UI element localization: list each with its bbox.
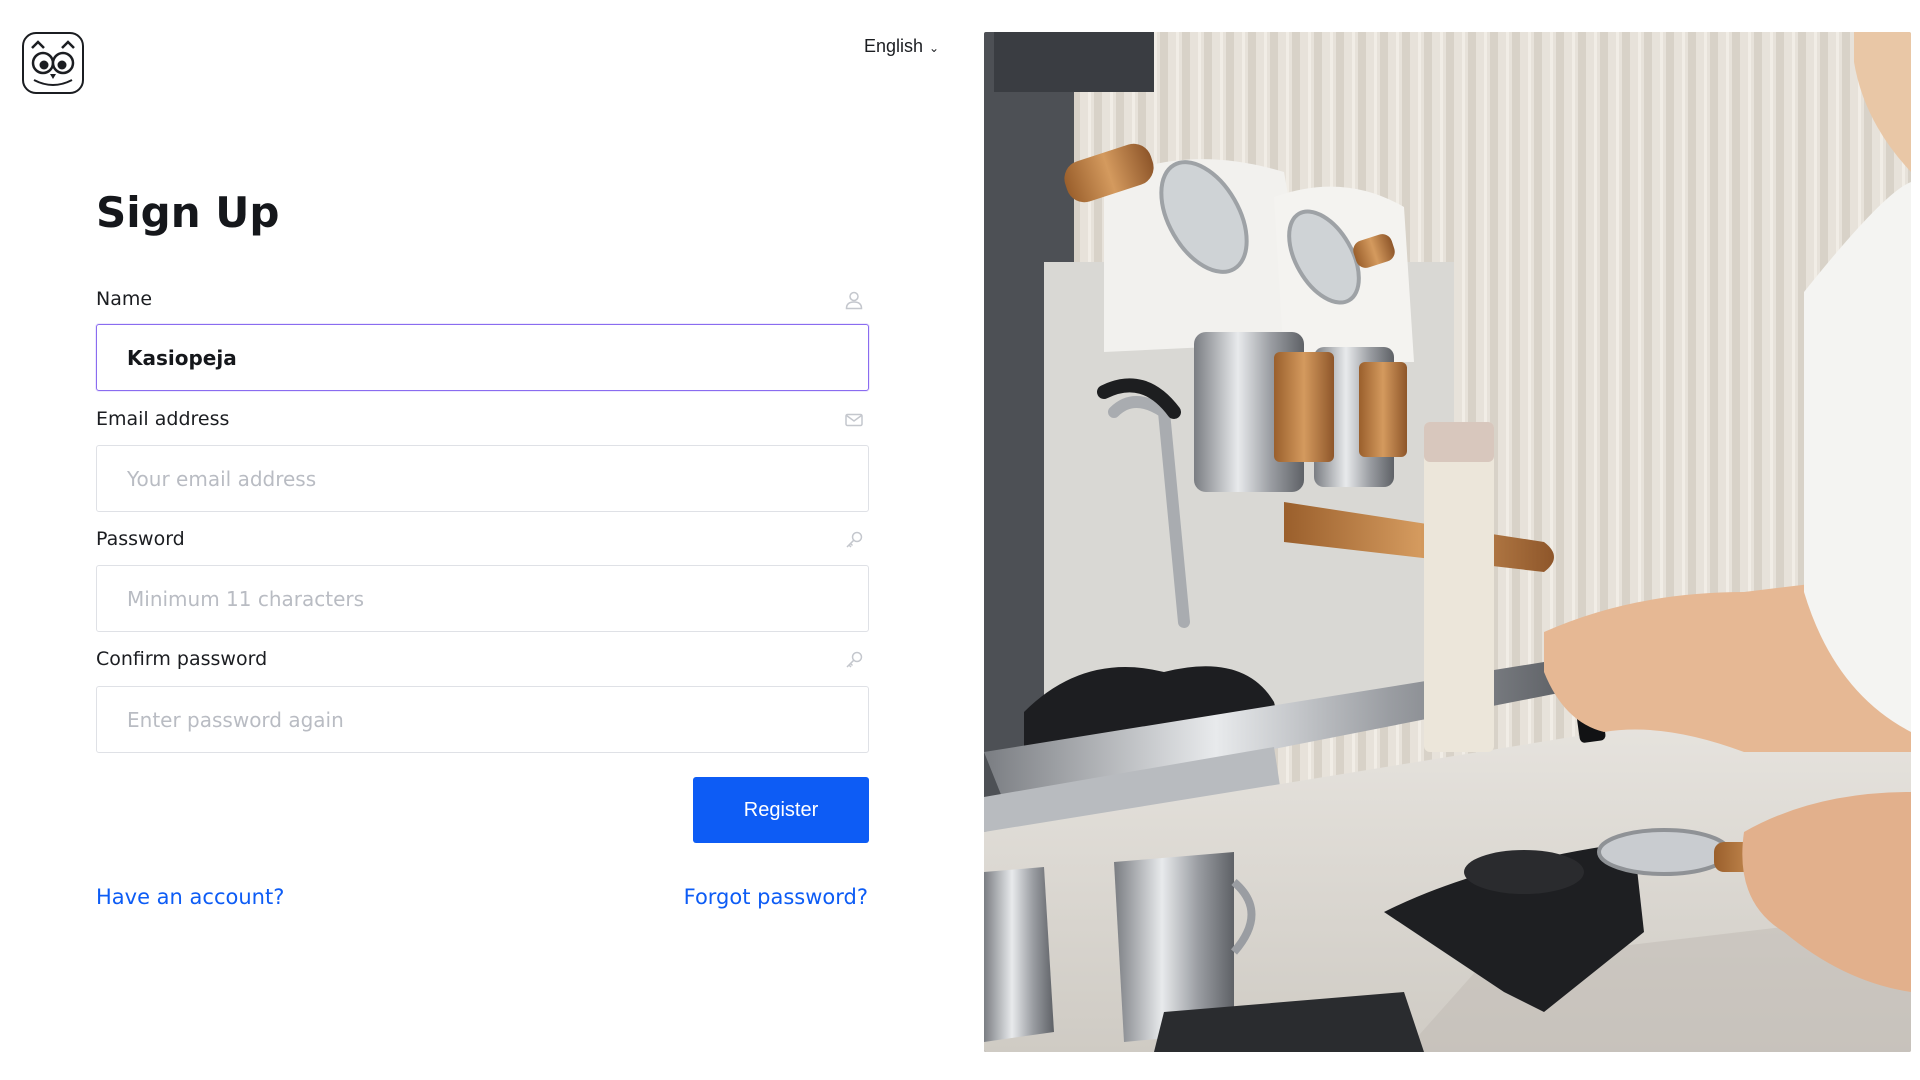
app-logo[interactable] (22, 32, 84, 94)
hero-image (984, 32, 1911, 1052)
key-icon (846, 531, 863, 548)
have-account-link[interactable]: Have an account? (96, 885, 284, 909)
forgot-password-link[interactable]: Forgot password? (684, 885, 868, 909)
owl-logo-icon (31, 40, 75, 86)
register-button[interactable]: Register (693, 777, 869, 843)
confirm-password-label: Confirm password (96, 648, 268, 670)
password-label: Password (96, 528, 185, 550)
name-field[interactable] (96, 324, 869, 391)
confirm-password-field[interactable] (96, 686, 869, 753)
password-field[interactable] (96, 565, 869, 632)
chevron-down-icon: ⌄ (929, 40, 940, 55)
page-title: Sign Up (96, 188, 280, 237)
language-label: English (864, 36, 924, 56)
mail-icon (845, 413, 863, 427)
barista-espresso-photo (984, 32, 1911, 1052)
key-icon (846, 651, 863, 668)
language-selector[interactable]: English ⌄ (864, 36, 939, 57)
user-icon (845, 291, 863, 310)
name-label: Name (96, 288, 153, 310)
email-label: Email address (96, 408, 230, 430)
email-field[interactable] (96, 445, 869, 512)
